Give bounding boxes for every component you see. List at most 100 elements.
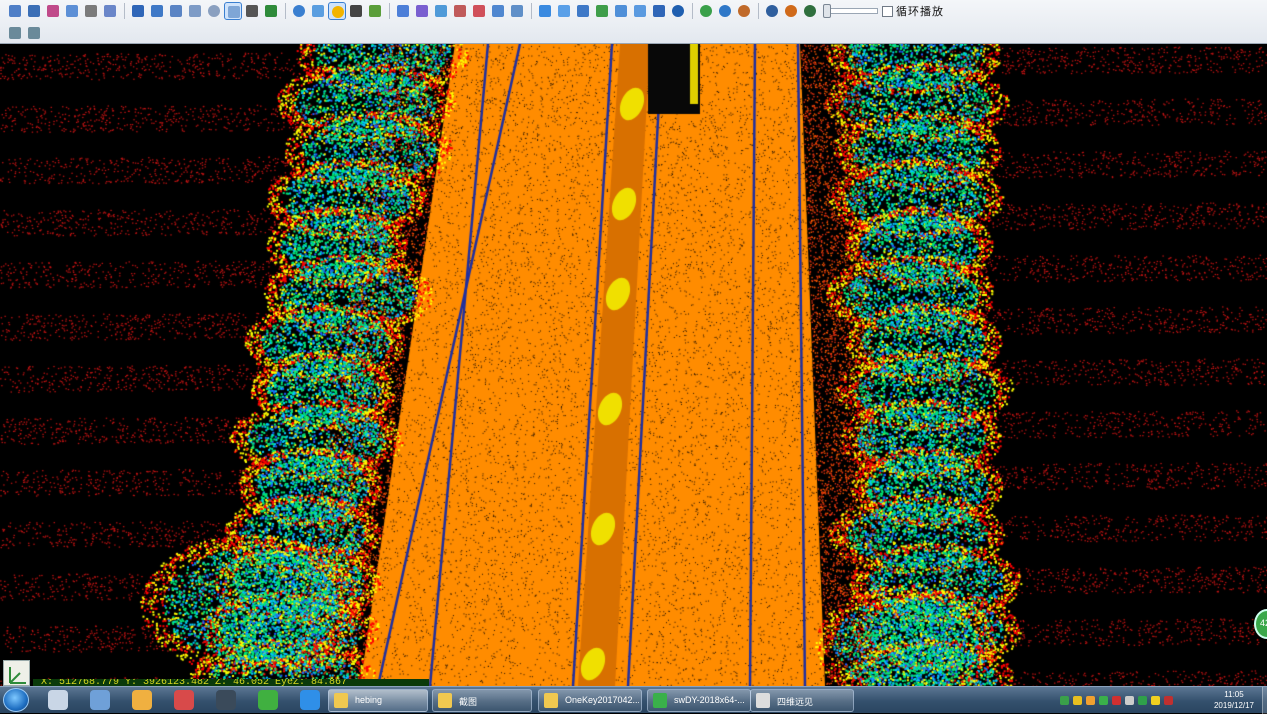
- fork-icon: [369, 5, 381, 17]
- folder-icon: [334, 693, 348, 708]
- browser-icon[interactable]: [258, 690, 278, 710]
- start-button[interactable]: [3, 688, 29, 712]
- tree-icon: [265, 5, 277, 17]
- show-desktop-button[interactable]: [1262, 687, 1267, 714]
- clock-date: 2019/12/17: [1213, 701, 1255, 710]
- app-icon: [653, 693, 667, 708]
- diamond-icon: [539, 5, 551, 17]
- calculator-icon[interactable]: [48, 690, 68, 710]
- taskbar-item-label: OneKey2017042...: [565, 695, 639, 705]
- taskbar-item-label: hebing: [355, 695, 383, 705]
- wave-filter-button[interactable]: [6, 24, 24, 42]
- compass-button[interactable]: [205, 2, 223, 20]
- tray-icon[interactable]: [1099, 695, 1108, 705]
- stack-button[interactable]: [489, 2, 507, 20]
- point-cloud-viewport[interactable]: [0, 44, 1267, 686]
- brush-button[interactable]: [413, 2, 431, 20]
- tree-button[interactable]: [262, 2, 280, 20]
- globe-green-button[interactable]: [697, 2, 715, 20]
- baidu-icon[interactable]: [300, 690, 320, 710]
- export-button[interactable]: [148, 2, 166, 20]
- play-pause-button[interactable]: [782, 2, 800, 20]
- vertical-filter-button[interactable]: [25, 24, 43, 42]
- playback-speed-slider[interactable]: [823, 4, 878, 18]
- globe-blue-icon: [719, 5, 731, 17]
- z-plus-button[interactable]: [669, 2, 687, 20]
- tray-icon[interactable]: [1125, 695, 1134, 705]
- wave-filter-icon: [9, 27, 21, 39]
- fill-icon: [350, 5, 362, 17]
- slope-icon: [615, 5, 627, 17]
- terminal-icon[interactable]: [216, 690, 236, 710]
- taskbar-item[interactable]: swDY-2018x64-...: [647, 689, 751, 712]
- table-button[interactable]: [167, 2, 185, 20]
- tray-icon[interactable]: [1151, 695, 1160, 705]
- edit-icon: [104, 5, 116, 17]
- sun-icon: [332, 6, 344, 18]
- taskbar-item-label: 截图: [459, 697, 478, 707]
- tray-icon[interactable]: [1060, 695, 1069, 705]
- sun-button[interactable]: [328, 2, 346, 20]
- layer-icon: [47, 5, 59, 17]
- window-button[interactable]: [129, 2, 147, 20]
- loop-playback-label: 循环播放: [896, 6, 944, 18]
- tray-icon[interactable]: [1164, 695, 1173, 705]
- pole-button[interactable]: [631, 2, 649, 20]
- play-back-icon: [766, 5, 778, 17]
- diamond-button[interactable]: [536, 2, 554, 20]
- bucket-button[interactable]: [650, 2, 668, 20]
- save-button[interactable]: [25, 2, 43, 20]
- folder-icon: [438, 693, 452, 708]
- terrain-icon: [312, 5, 324, 17]
- curve-button[interactable]: [432, 2, 450, 20]
- eye-button[interactable]: [290, 2, 308, 20]
- tray-icon[interactable]: [1112, 695, 1121, 705]
- taskbar-item[interactable]: 截图: [432, 689, 532, 712]
- terrain-button[interactable]: [309, 2, 327, 20]
- window-icon: [756, 693, 770, 708]
- measure-button[interactable]: [451, 2, 469, 20]
- grid-button[interactable]: [82, 2, 100, 20]
- point-cloud-canvas[interactable]: [0, 44, 1267, 686]
- taskbar-item[interactable]: OneKey2017042...: [538, 689, 642, 712]
- find-button[interactable]: [186, 2, 204, 20]
- globe-color-button[interactable]: [735, 2, 753, 20]
- clock[interactable]: 11:05 2019/12/17: [1206, 689, 1262, 711]
- folder-icon: [544, 693, 558, 708]
- cursor-button[interactable]: [394, 2, 412, 20]
- cursor-icon: [397, 5, 409, 17]
- toolbar-separator: [389, 3, 390, 19]
- play-back-button[interactable]: [763, 2, 781, 20]
- stack-icon: [492, 5, 504, 17]
- cloud-icon: [558, 5, 570, 17]
- cube-icon[interactable]: [90, 690, 110, 710]
- zoom-button[interactable]: [63, 2, 81, 20]
- ruler-button[interactable]: [508, 2, 526, 20]
- bar-button[interactable]: [574, 2, 592, 20]
- loop-playback-checkbox[interactable]: [882, 5, 893, 17]
- globe-blue-button[interactable]: [716, 2, 734, 20]
- pen-button[interactable]: [6, 2, 24, 20]
- fork-button[interactable]: [366, 2, 384, 20]
- tray-icon[interactable]: [1073, 695, 1082, 705]
- zoom-icon: [66, 5, 78, 17]
- play-pause-icon: [785, 5, 797, 17]
- cloud-button[interactable]: [555, 2, 573, 20]
- select-box-icon: [228, 6, 240, 18]
- mountain-button[interactable]: [593, 2, 611, 20]
- edit-button[interactable]: [101, 2, 119, 20]
- snipping-tool-icon[interactable]: [174, 690, 194, 710]
- paint-icon[interactable]: [132, 690, 152, 710]
- taskbar-item[interactable]: 四维远见: [750, 689, 854, 712]
- tools-button[interactable]: [243, 2, 261, 20]
- taskbar-item[interactable]: hebing: [328, 689, 428, 712]
- select-box-button[interactable]: [224, 2, 242, 20]
- play-forward-button[interactable]: [801, 2, 819, 20]
- slider-thumb[interactable]: [823, 4, 831, 18]
- calendar-button[interactable]: [470, 2, 488, 20]
- layer-button[interactable]: [44, 2, 62, 20]
- tray-icon[interactable]: [1138, 695, 1147, 705]
- tray-icon[interactable]: [1086, 695, 1095, 705]
- slope-button[interactable]: [612, 2, 630, 20]
- fill-button[interactable]: [347, 2, 365, 20]
